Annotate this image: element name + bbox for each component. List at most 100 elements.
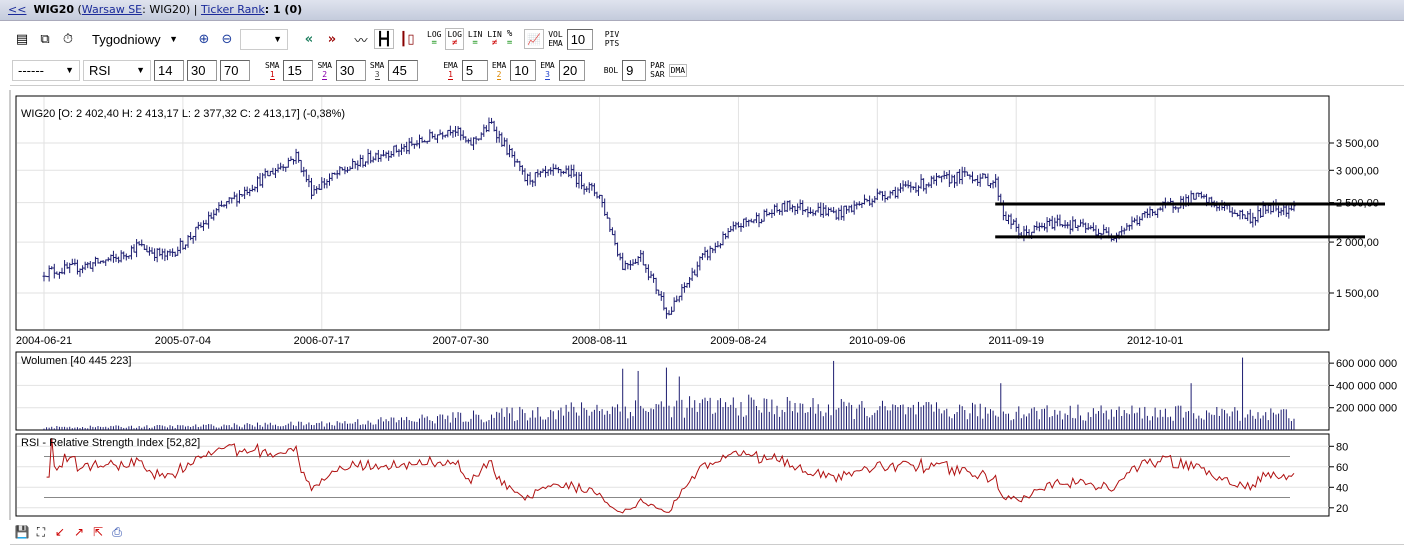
ohlc-chart-icon[interactable]: ┣┫ — [374, 29, 394, 49]
zoom-out-icon[interactable]: ⊖ — [217, 29, 237, 49]
ema-label: EMA — [548, 39, 563, 48]
sma-number: 1 — [269, 69, 275, 80]
bollinger-input[interactable] — [622, 59, 647, 81]
y-tick-label: 1 500,00 — [1336, 288, 1379, 300]
import-icon[interactable]: ↙ — [52, 524, 68, 540]
ema-text: EMA — [540, 60, 555, 70]
expand-icon[interactable]: ⇱ — [90, 524, 106, 540]
y-tick-label: 2 000,00 — [1336, 237, 1379, 249]
y-tick-label: 80 — [1336, 441, 1348, 453]
print-icon[interactable]: ⎙ — [109, 524, 125, 540]
bol-text: BOL — [603, 65, 619, 75]
sma2-label[interactable]: SMA 2 — [316, 60, 332, 81]
ema2-input[interactable] — [510, 59, 537, 81]
rsi-high-input[interactable] — [220, 59, 250, 81]
vol-label: VOL — [548, 30, 563, 39]
interval-value: Tygodniowy — [92, 31, 161, 47]
dma-text: DMA — [670, 65, 686, 75]
sma-text: SMA — [265, 60, 280, 70]
percent-button[interactable]: % = — [506, 29, 513, 49]
rsi-panel-title: RSI - Relative Strength Index [52,82] — [21, 437, 200, 449]
ema-number: 1 — [448, 69, 453, 80]
bollinger-label[interactable]: BOL — [603, 65, 619, 76]
x-tick-label: 2008-08-11 — [572, 335, 627, 347]
rsi-low-input[interactable] — [187, 59, 217, 81]
ema1-input[interactable] — [461, 59, 488, 81]
zoom-select[interactable]: ▼ — [240, 28, 288, 50]
x-tick-label: 2007-07-30 — [433, 335, 489, 347]
ema-text: EMA — [491, 60, 507, 70]
toolbar-main: ▤ ⧉ ⏱ Tygodniowy ▼ ⊕ ⊖ ▼ « » 〰 ┣┫ ┃▯ LOG =… — [12, 28, 620, 50]
sma2-input[interactable] — [335, 59, 366, 81]
x-tick-label: 2009-08-24 — [710, 335, 766, 347]
ema-text: EMA — [443, 60, 458, 70]
ema1-label[interactable]: EMA 1 — [442, 60, 458, 81]
overlay-select[interactable]: ------ ▼ — [12, 59, 80, 81]
toolbar-divider — [10, 85, 1404, 86]
pivot-points-button[interactable]: PIV PTS — [604, 29, 620, 49]
dma-button[interactable]: DMA — [668, 63, 688, 77]
sma3-label[interactable]: SMA 3 — [369, 60, 385, 81]
paren: ( — [74, 3, 82, 16]
price-panel-title: WIG20 [O: 2 402,40 H: 2 413,17 L: 2 377,… — [21, 108, 345, 120]
bottom-toolbar: 💾 ⛶ ↙ ↗ ⇱ ⎙ — [0, 519, 1404, 549]
stopwatch-icon[interactable]: ⏱ — [58, 29, 78, 49]
sma-number: 2 — [322, 69, 328, 80]
chart-settings-icon[interactable]: ▤ — [12, 29, 32, 49]
parabolic-sar-button[interactable]: PAR SAR — [649, 60, 665, 80]
vol-ema-input[interactable] — [566, 28, 593, 50]
log-notequal-button[interactable]: LOG ≠ — [445, 28, 464, 50]
chevron-down-icon: ▼ — [65, 65, 74, 75]
export-icon[interactable]: ↗ — [71, 524, 87, 540]
equal-label: = — [431, 38, 437, 48]
line-chart-icon[interactable]: 〰 — [351, 29, 371, 49]
scroll-left-icon[interactable]: « — [299, 29, 319, 49]
x-tick-label: 2004-06-21 — [16, 335, 72, 347]
log-equal-button[interactable]: LOG = — [426, 29, 442, 49]
fit-icon[interactable]: ⛶ — [33, 524, 49, 540]
volume-chart-icon[interactable]: 📈 — [524, 29, 545, 49]
ema2-label[interactable]: EMA 2 — [491, 60, 507, 81]
equal-label: = — [472, 38, 478, 48]
save-icon[interactable]: 💾 — [14, 524, 30, 540]
y-tick-label: 3 000,00 — [1336, 165, 1379, 177]
interval-select[interactable]: Tygodniowy ▼ — [87, 28, 183, 50]
bottom-divider — [10, 544, 1404, 545]
lin-notequal-button[interactable]: LIN ≠ — [486, 29, 502, 49]
rsi-panel: 80 60 40 20 — [15, 433, 1348, 517]
notequal-label: ≠ — [451, 38, 458, 48]
back-link[interactable]: << — [8, 3, 26, 16]
ticker-rank-link[interactable]: Ticker Rank — [201, 3, 265, 16]
candlestick-chart-icon[interactable]: ┃▯ — [397, 29, 417, 49]
sma-number: 3 — [374, 69, 380, 80]
y-tick-label: 40 — [1336, 482, 1348, 494]
ema3-input[interactable] — [558, 59, 585, 81]
sma1-label[interactable]: SMA 1 — [264, 60, 280, 81]
equal-label: = — [506, 38, 513, 48]
volume-panel-title: Wolumen [40 445 223] — [21, 355, 131, 367]
price-plot-frame — [15, 95, 1330, 331]
symbol-text: : WIG20) | — [142, 3, 201, 16]
sma1-input[interactable] — [283, 59, 314, 81]
exchange-link[interactable]: Warsaw SE — [82, 3, 142, 16]
vol-ema-label[interactable]: VOL EMA — [547, 29, 563, 49]
indicator-select[interactable]: RSI ▼ — [83, 59, 151, 81]
rsi-period-input[interactable] — [154, 59, 184, 81]
scroll-right-icon[interactable]: » — [322, 29, 342, 49]
ema3-label[interactable]: EMA 3 — [539, 60, 555, 81]
x-tick-label: 2006-07-17 — [294, 335, 350, 347]
notequal-label: ≠ — [491, 38, 498, 48]
zoom-in-icon[interactable]: ⊕ — [194, 29, 214, 49]
sma-text: SMA — [369, 60, 385, 70]
chevron-down-icon: ▼ — [273, 34, 282, 44]
y-tick-label: 20 — [1336, 503, 1348, 515]
chevron-down-icon: ▼ — [169, 34, 178, 44]
ema-number: 3 — [545, 69, 550, 80]
sma3-input[interactable] — [388, 59, 419, 81]
lin-equal-button[interactable]: LIN = — [467, 29, 483, 49]
chart-area[interactable]: 2004-06-21 2005-07-04 2006-07-17 2007-07-30… — [0, 88, 1404, 520]
y-tick-label: 400 000 000 — [1336, 380, 1397, 392]
toolbar-indicators: ------▼ RSI▼ SMA1 SMA2 SMA3 EMA1 EMA2 EM… — [12, 59, 688, 81]
x-tick-label: 2010-09-06 — [849, 335, 905, 347]
new-window-icon[interactable]: ⧉ — [35, 29, 55, 49]
